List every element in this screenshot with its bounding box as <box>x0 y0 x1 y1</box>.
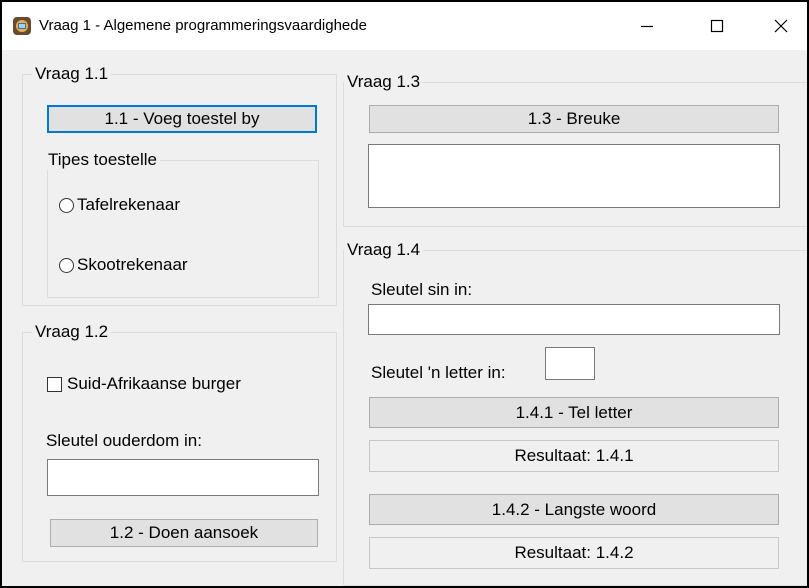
letter-label: Sleutel 'n letter in: <box>371 363 506 382</box>
groupbox-tipes-toestelle: Tipes toestelle Tafelrekenaar Skootreken… <box>45 150 319 298</box>
tel-letter-button[interactable]: 1.4.1 - Tel letter <box>369 397 779 428</box>
sin-input[interactable] <box>368 304 780 335</box>
application-window: Vraag 1 - Algemene programmeringsvaardig… <box>0 0 809 588</box>
radio-skootrekenaar-label[interactable]: Skootrekenaar <box>77 255 188 275</box>
ouderdom-label: Sleutel ouderdom in: <box>46 431 202 450</box>
form-client-area: Vraag 1.1 1.1 - Voeg toestel by Tipes to… <box>2 50 807 586</box>
minimize-button[interactable] <box>624 2 670 50</box>
groupbox-vraag-1-2-title: Vraag 1.2 <box>32 322 112 342</box>
close-icon <box>774 19 788 33</box>
radio-tafelrekenaar-label[interactable]: Tafelrekenaar <box>77 195 180 215</box>
breuke-button[interactable]: 1.3 - Breuke <box>369 105 779 133</box>
radio-skootrekenaar[interactable] <box>59 258 74 273</box>
app-icon[interactable] <box>12 16 32 36</box>
radio-tafelrekenaar[interactable] <box>59 198 74 213</box>
maximize-button[interactable] <box>694 2 740 50</box>
voeg-toestel-by-button[interactable]: 1.1 - Voeg toestel by <box>47 105 317 133</box>
minimize-icon <box>641 25 653 28</box>
title-bar[interactable]: Vraag 1 - Algemene programmeringsvaardig… <box>2 2 807 50</box>
maximize-icon <box>710 19 724 33</box>
groupbox-vraag-1-4-title: Vraag 1.4 <box>344 240 424 260</box>
groupbox-vraag-1-3: Vraag 1.3 1.3 - Breuke <box>343 72 807 227</box>
langste-woord-button[interactable]: 1.4.2 - Langste woord <box>369 494 779 525</box>
close-button[interactable] <box>758 2 804 50</box>
suid-afrikaanse-burger-label[interactable]: Suid-Afrikaanse burger <box>67 374 241 394</box>
suid-afrikaanse-burger-checkbox[interactable] <box>47 377 62 392</box>
letter-input[interactable] <box>545 347 595 380</box>
groupbox-tipes-toestelle-title: Tipes toestelle <box>45 150 160 170</box>
resultaat-1-4-1: Resultaat: 1.4.1 <box>369 440 779 472</box>
groupbox-vraag-1-1: Vraag 1.1 1.1 - Voeg toestel by Tipes to… <box>22 64 337 306</box>
sin-label: Sleutel sin in: <box>371 280 473 299</box>
ouderdom-input[interactable] <box>47 459 319 496</box>
groupbox-vraag-1-3-title: Vraag 1.3 <box>344 72 424 92</box>
resultaat-1-4-2: Resultaat: 1.4.2 <box>369 537 779 569</box>
window-title: Vraag 1 - Algemene programmeringsvaardig… <box>39 17 367 34</box>
doen-aansoek-button[interactable]: 1.2 - Doen aansoek <box>50 519 318 547</box>
breuke-output[interactable] <box>368 144 780 208</box>
groupbox-vraag-1-4: Vraag 1.4 Sleutel sin in: Sleutel 'n let… <box>343 240 807 586</box>
groupbox-vraag-1-2: Vraag 1.2 Suid-Afrikaanse burger Sleutel… <box>22 322 337 562</box>
groupbox-vraag-1-1-title: Vraag 1.1 <box>32 64 112 84</box>
